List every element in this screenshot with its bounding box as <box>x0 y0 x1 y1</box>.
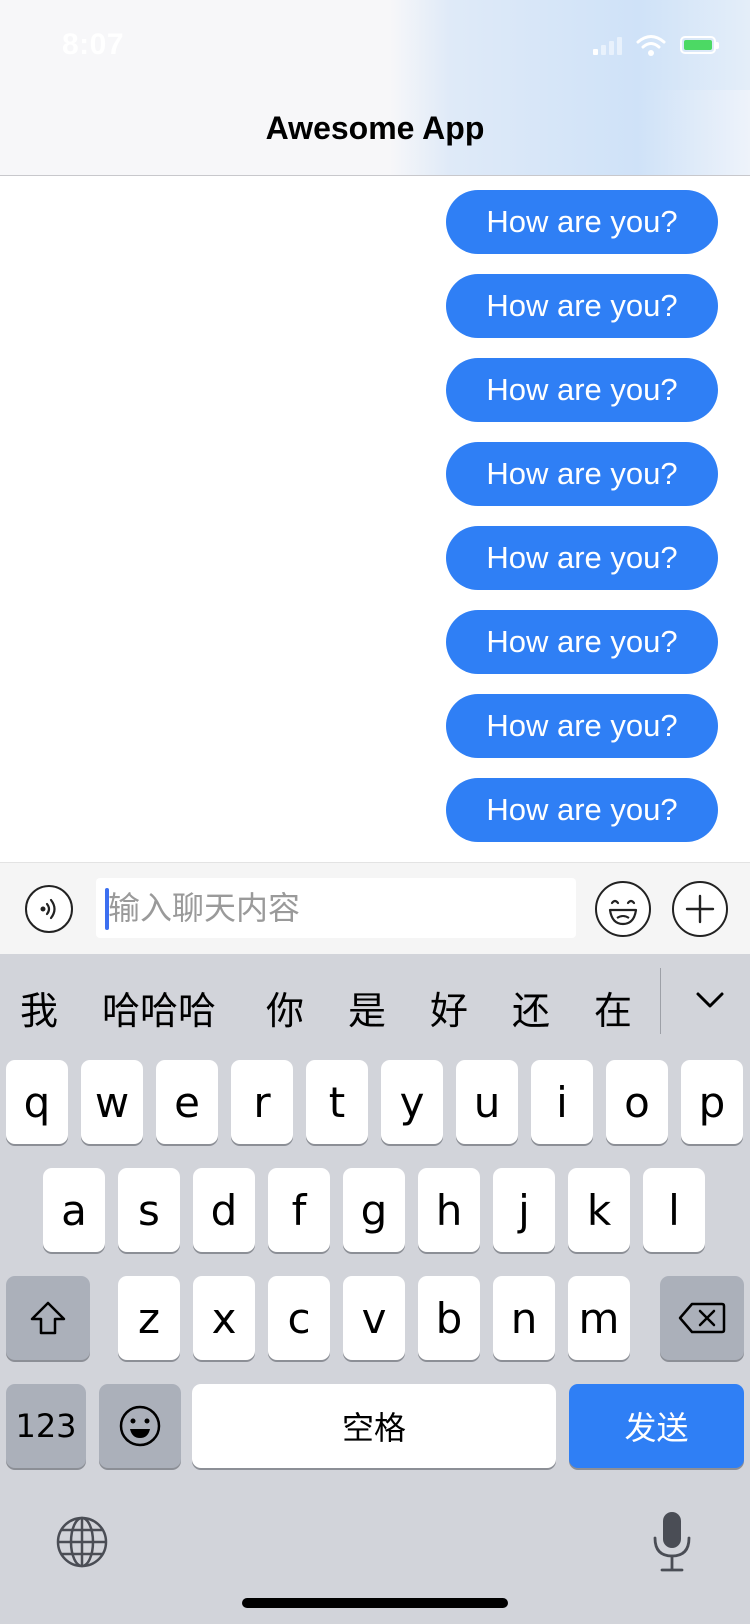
key-e[interactable]: e <box>156 1060 218 1144</box>
candidate-word[interactable]: 还 <box>512 980 550 1035</box>
key-d[interactable]: d <box>193 1168 255 1252</box>
key-a[interactable]: a <box>43 1168 105 1252</box>
candidate-bar: 我 哈哈哈 你 是 好 还 在 <box>0 954 750 1054</box>
chevron-down-icon[interactable] <box>690 980 730 1020</box>
key-l[interactable]: l <box>643 1168 705 1252</box>
chat-bubble-outgoing[interactable]: How are you? <box>446 526 718 590</box>
key-b[interactable]: b <box>418 1276 480 1360</box>
candidate-word[interactable]: 我 <box>20 980 58 1035</box>
mic-icon[interactable] <box>648 1510 696 1576</box>
page-title: Awesome App <box>265 110 485 146</box>
backspace-icon <box>678 1302 726 1334</box>
plus-button[interactable] <box>672 881 728 937</box>
chat-bubble-outgoing[interactable]: How are you? <box>446 694 718 758</box>
chat-message-list[interactable]: How are you? How are you? How are you? H… <box>0 176 750 862</box>
home-indicator <box>242 1598 508 1608</box>
key-m[interactable]: m <box>568 1276 630 1360</box>
shift-icon <box>30 1301 66 1335</box>
key-s[interactable]: s <box>118 1168 180 1252</box>
shift-key[interactable] <box>6 1276 90 1360</box>
wifi-icon <box>636 35 666 56</box>
key-r[interactable]: r <box>231 1060 293 1144</box>
key-o[interactable]: o <box>606 1060 668 1144</box>
battery-icon <box>680 36 719 54</box>
emoji-button[interactable] <box>595 881 651 937</box>
status-bar: 8:07 <box>0 0 750 90</box>
chat-bubble-outgoing[interactable]: How are you? <box>446 610 718 674</box>
nav-bar: Awesome App <box>0 90 750 176</box>
chat-bubble-outgoing[interactable]: How are you? <box>446 778 718 842</box>
emoji-icon <box>608 899 638 926</box>
key-n[interactable]: n <box>493 1276 555 1360</box>
status-icons <box>593 32 719 58</box>
key-x[interactable]: x <box>193 1276 255 1360</box>
key-w[interactable]: w <box>81 1060 143 1144</box>
key-h[interactable]: h <box>418 1168 480 1252</box>
voice-icon <box>40 898 56 920</box>
key-p[interactable]: p <box>681 1060 743 1144</box>
chat-bubble-outgoing[interactable]: How are you? <box>446 442 718 506</box>
candidate-word[interactable]: 你 <box>266 980 304 1035</box>
voice-button[interactable] <box>25 885 73 933</box>
message-input[interactable] <box>96 878 576 938</box>
numbers-key[interactable]: 123 <box>6 1384 86 1468</box>
globe-icon[interactable] <box>54 1514 110 1570</box>
candidate-word[interactable]: 在 <box>594 980 632 1035</box>
plus-icon <box>685 894 715 924</box>
key-g[interactable]: g <box>343 1168 405 1252</box>
candidate-word[interactable]: 好 <box>430 980 468 1035</box>
status-time: 8:07 <box>62 28 125 61</box>
key-v[interactable]: v <box>343 1276 405 1360</box>
backspace-key[interactable] <box>660 1276 744 1360</box>
emoji-key[interactable] <box>99 1384 181 1468</box>
chat-bubble-outgoing[interactable]: How are you? <box>446 358 718 422</box>
key-f[interactable]: f <box>268 1168 330 1252</box>
space-key[interactable]: 空格 <box>192 1384 556 1468</box>
key-q[interactable]: q <box>6 1060 68 1144</box>
keyboard: 我 哈哈哈 你 是 好 还 在 q w e r t y u i o p a s … <box>0 954 750 1624</box>
key-z[interactable]: z <box>118 1276 180 1360</box>
chat-bubble-outgoing[interactable]: How are you? <box>446 190 718 254</box>
emoji-key-icon <box>119 1405 161 1447</box>
key-c[interactable]: c <box>268 1276 330 1360</box>
key-y[interactable]: y <box>381 1060 443 1144</box>
candidate-word[interactable]: 哈哈哈 <box>102 980 216 1035</box>
signal-icon <box>593 35 622 55</box>
key-k[interactable]: k <box>568 1168 630 1252</box>
chat-bubble-outgoing[interactable]: How are you? <box>446 274 718 338</box>
candidate-word[interactable]: 是 <box>348 980 386 1035</box>
key-u[interactable]: u <box>456 1060 518 1144</box>
message-input-bar <box>0 862 750 955</box>
text-caret <box>105 888 109 930</box>
key-i[interactable]: i <box>531 1060 593 1144</box>
key-j[interactable]: j <box>493 1168 555 1252</box>
send-key[interactable]: 发送 <box>569 1384 744 1468</box>
key-t[interactable]: t <box>306 1060 368 1144</box>
candidate-divider <box>660 968 661 1034</box>
